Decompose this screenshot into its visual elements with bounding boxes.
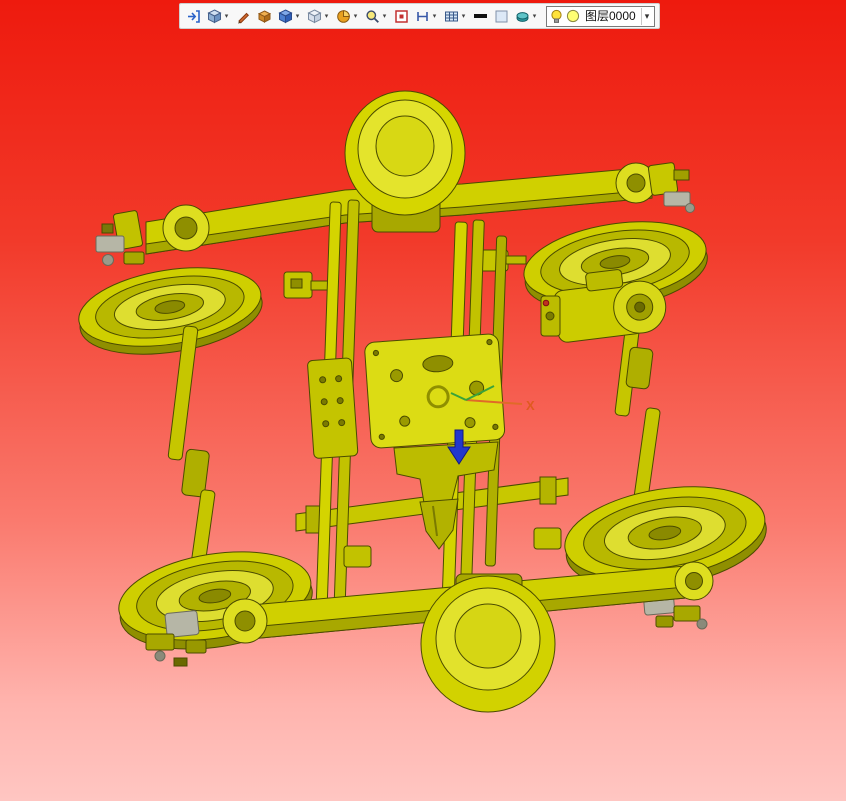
dropdown-arrow-icon[interactable]: ▾ bbox=[223, 13, 230, 20]
zoom-icon bbox=[366, 9, 379, 23]
zoom-button[interactable]: ▾ bbox=[363, 6, 390, 26]
grid-table-icon bbox=[445, 11, 458, 21]
grid-table-button[interactable]: ▾ bbox=[442, 6, 469, 26]
dropdown-arrow-icon[interactable]: ▾ bbox=[323, 13, 330, 20]
exit-sketch-icon bbox=[188, 9, 200, 23]
viewport-3d-model[interactable]: X bbox=[0, 0, 846, 801]
brake-gear-top-right[interactable] bbox=[647, 162, 695, 213]
extrude-icon bbox=[257, 9, 272, 23]
line-width-icon bbox=[474, 14, 487, 18]
view-cube-icon bbox=[207, 8, 222, 23]
selection-box-button[interactable] bbox=[392, 6, 411, 26]
dimension-icon bbox=[417, 11, 428, 21]
material-button[interactable]: ▾ bbox=[513, 6, 540, 26]
wireframe-cube-icon bbox=[307, 8, 322, 23]
wheel-upper-left[interactable] bbox=[73, 256, 268, 366]
sketch-pencil-icon bbox=[238, 12, 250, 24]
dropdown-arrow-icon[interactable]: ▾ bbox=[352, 13, 359, 20]
axis-x-label: X bbox=[526, 398, 535, 413]
axle-left[interactable] bbox=[167, 325, 216, 569]
layer-dropdown-arrow-icon[interactable]: ▾ bbox=[640, 7, 653, 25]
material-icon bbox=[516, 11, 529, 22]
bracket-lower-left[interactable] bbox=[343, 545, 372, 568]
3d-viewport[interactable]: X ▾ ▾ ▾ ▾ ▾ ▾ ▾ ▾ 图层0000 ▾ bbox=[0, 0, 846, 801]
lightbulb-icon bbox=[551, 9, 562, 23]
dropdown-arrow-icon[interactable]: ▾ bbox=[460, 13, 467, 20]
dropdown-arrow-icon[interactable]: ▾ bbox=[381, 13, 388, 20]
solid-cube-button[interactable]: ▾ bbox=[276, 6, 303, 26]
dropdown-arrow-icon[interactable]: ▾ bbox=[531, 13, 538, 20]
extrude-button[interactable] bbox=[255, 6, 274, 26]
view-cube-button[interactable]: ▾ bbox=[205, 6, 232, 26]
layer-selector[interactable]: 图层0000 ▾ bbox=[546, 5, 656, 27]
color-swatch-button[interactable] bbox=[492, 6, 511, 26]
top-toolbar: ▾ ▾ ▾ ▾ ▾ ▾ ▾ ▾ 图层0000 ▾ bbox=[179, 3, 661, 29]
revolve-button[interactable]: ▾ bbox=[334, 6, 361, 26]
bracket-lower-right[interactable] bbox=[533, 527, 562, 550]
selection-box-icon bbox=[395, 9, 408, 23]
color-swatch-icon bbox=[495, 10, 508, 22]
exit-sketch-button[interactable] bbox=[184, 6, 203, 26]
sketch-pencil-button[interactable] bbox=[234, 6, 253, 26]
line-width-button[interactable] bbox=[471, 6, 490, 26]
bracket-vertical[interactable] bbox=[540, 295, 561, 337]
brake-gear-top-left[interactable] bbox=[95, 210, 145, 266]
wheel-lower-left[interactable] bbox=[112, 539, 318, 661]
dropdown-arrow-icon[interactable]: ▾ bbox=[294, 13, 301, 20]
layer-color-swatch-icon bbox=[566, 9, 580, 23]
layer-name-label: 图层0000 bbox=[585, 8, 636, 23]
wireframe-cube-button[interactable]: ▾ bbox=[305, 6, 332, 26]
solid-cube-icon bbox=[278, 8, 293, 23]
dropdown-arrow-icon[interactable]: ▾ bbox=[431, 13, 438, 20]
dimension-button[interactable]: ▾ bbox=[413, 6, 440, 26]
revolve-icon bbox=[337, 9, 350, 23]
